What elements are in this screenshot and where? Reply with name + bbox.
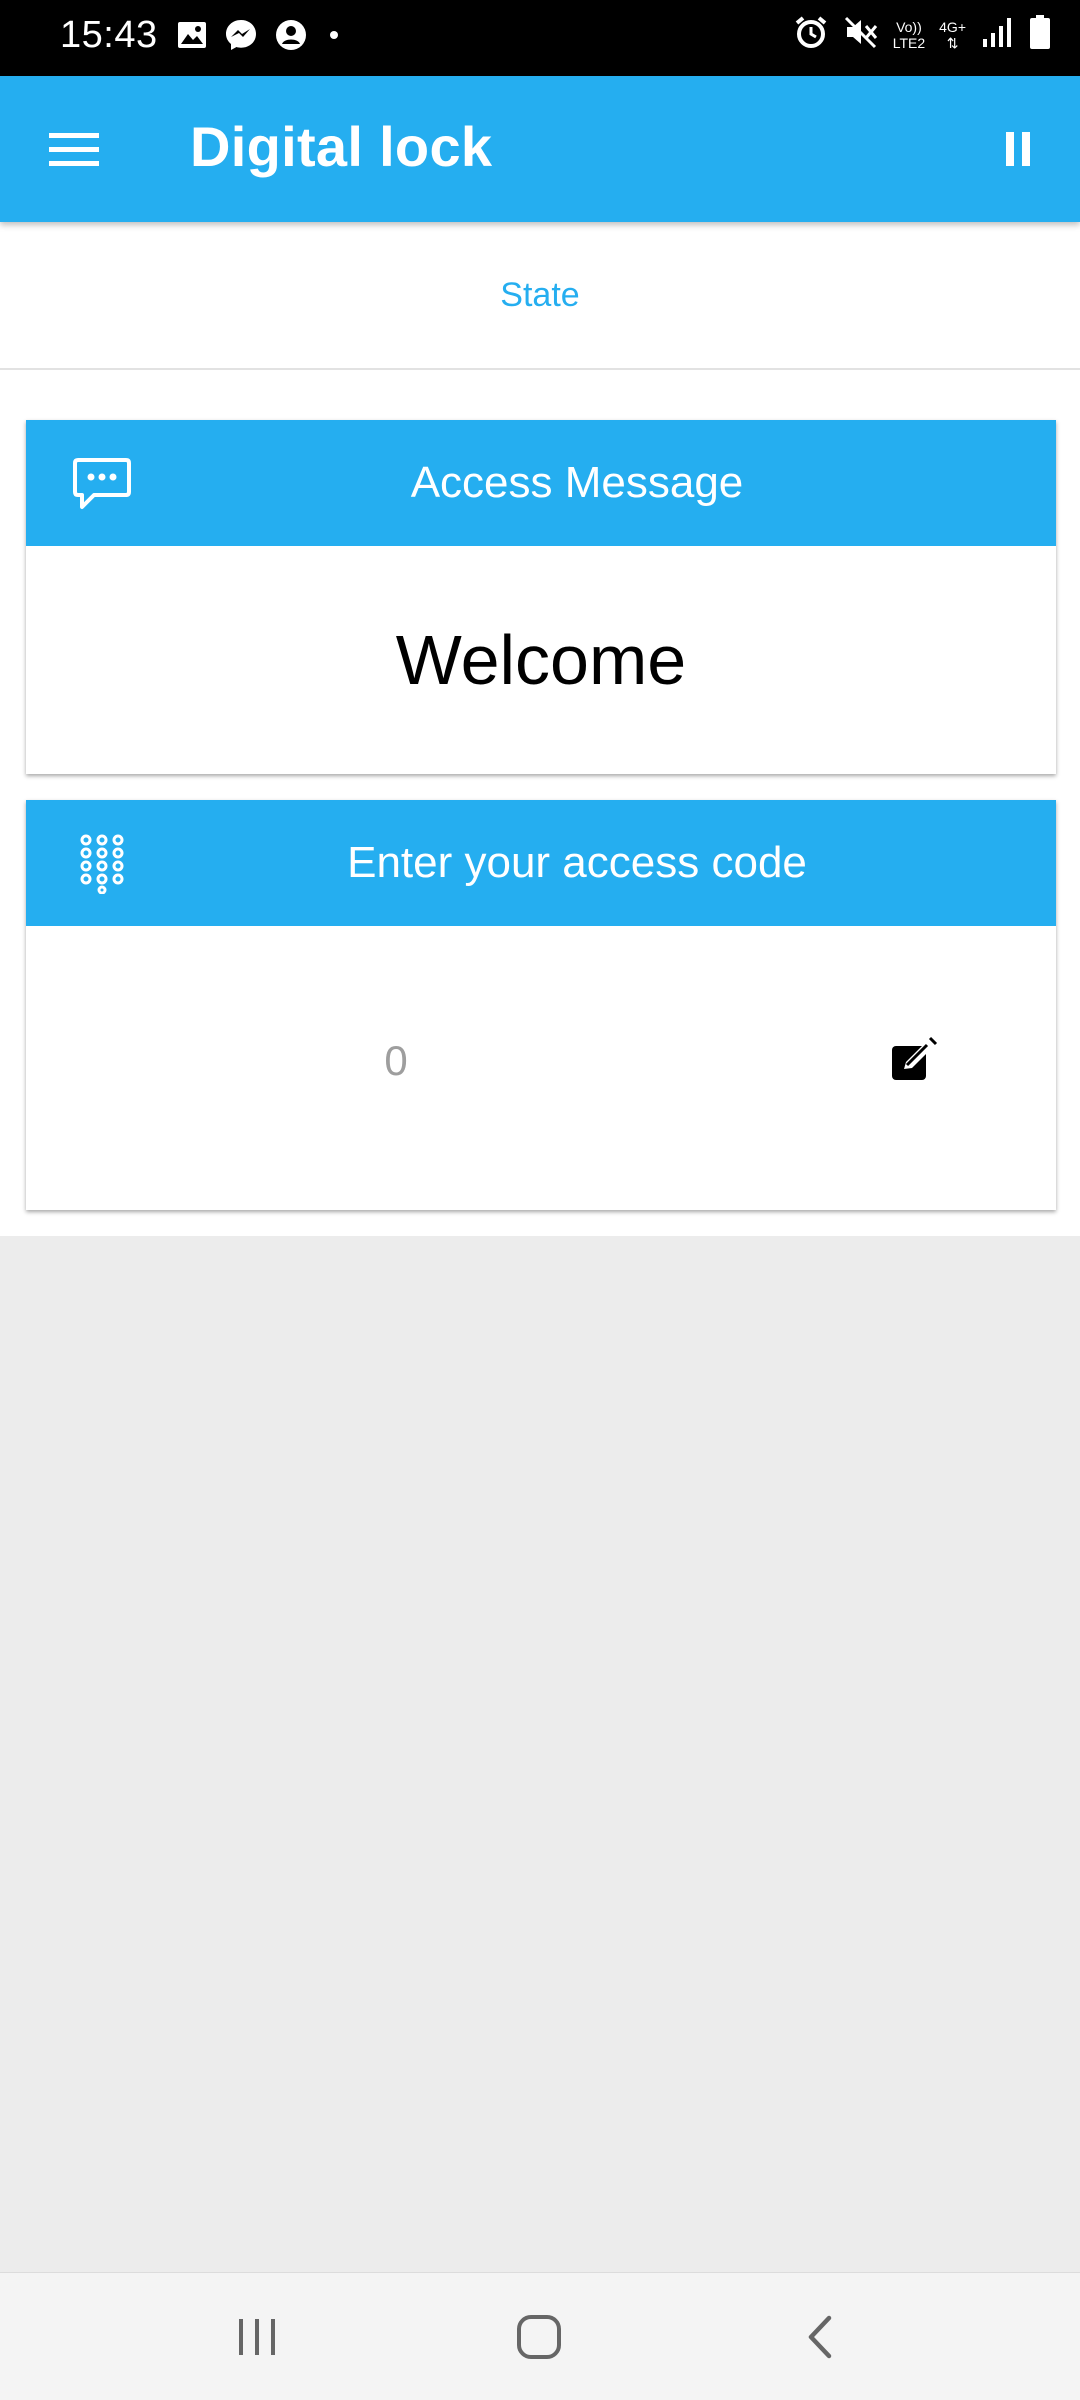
dialpad-icon	[70, 832, 134, 896]
access-message-header: Access Message	[26, 420, 1056, 546]
signal-icon	[980, 15, 1014, 54]
status-bar: 15:43 Vo)) LTE2 4G+ ⇅	[0, 0, 1080, 76]
recent-apps-icon	[239, 2319, 275, 2355]
edit-icon	[892, 1036, 938, 1080]
app-bar: Digital lock	[0, 76, 1080, 222]
main-content: State Access Message Welcome Enter your …	[0, 222, 1080, 1236]
data-arrows-icon: ⇅	[946, 34, 959, 51]
access-code-input[interactable]	[136, 1006, 656, 1116]
alarm-icon	[793, 14, 829, 55]
access-message-card: Access Message Welcome	[26, 420, 1056, 774]
access-message-title: Access Message	[410, 458, 744, 507]
back-icon	[808, 2315, 832, 2359]
back-button[interactable]	[770, 2297, 870, 2377]
status-time: 15:43	[60, 14, 158, 56]
access-message-text: Welcome	[395, 621, 687, 699]
access-code-card: Enter your access code	[26, 800, 1056, 1210]
home-button[interactable]	[489, 2297, 589, 2377]
pause-icon	[1006, 132, 1030, 166]
4g-icon: 4G+ ⇅	[939, 19, 966, 51]
volte-top-text: Vo))	[896, 18, 922, 35]
access-code-title: Enter your access code	[347, 838, 807, 887]
account-icon	[274, 18, 308, 57]
pause-button[interactable]	[978, 109, 1058, 189]
volte-bottom-text: LTE2	[892, 34, 926, 51]
tab-state[interactable]: State	[0, 222, 1080, 370]
access-message-body: Welcome	[26, 546, 1056, 774]
tab-state-label: State	[500, 275, 580, 314]
gallery-icon	[176, 19, 208, 56]
dot-icon	[324, 25, 344, 50]
battery-icon	[1028, 14, 1052, 55]
recent-apps-button[interactable]	[207, 2297, 307, 2377]
status-left-icons	[176, 18, 344, 57]
messenger-icon	[224, 18, 258, 57]
chat-bubble-icon	[70, 452, 134, 516]
volte-icon: Vo)) LTE2	[893, 19, 925, 51]
edit-code-button[interactable]	[884, 1030, 944, 1090]
app-title: Digital lock	[190, 115, 493, 178]
menu-button[interactable]	[26, 109, 122, 189]
access-code-header: Enter your access code	[26, 800, 1056, 926]
system-nav-bar	[0, 2272, 1080, 2400]
access-code-body	[26, 926, 1056, 1210]
hamburger-menu-icon	[49, 133, 99, 166]
home-icon	[517, 2315, 561, 2359]
status-right-icons: Vo)) LTE2 4G+ ⇅	[793, 14, 1052, 55]
network-type-text: 4G+	[939, 18, 966, 35]
mute-icon	[843, 14, 879, 55]
